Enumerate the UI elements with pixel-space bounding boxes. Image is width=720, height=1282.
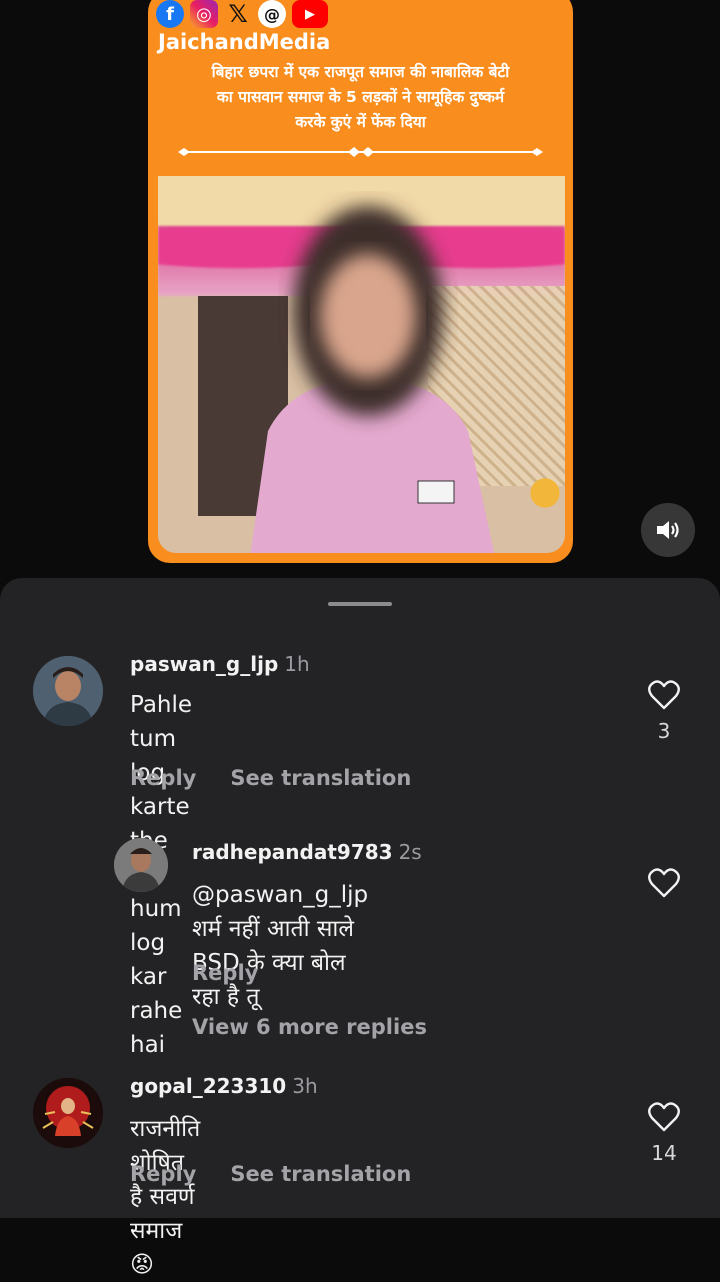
like-control [644,868,684,903]
comment-text: राजनीति शोषित है सवर्ण समाज 😡 [130,1116,201,1278]
avatar[interactable] [33,1078,103,1148]
instagram-icon: ◎ [190,0,218,28]
comment-username[interactable]: gopal_223310 3h [130,1074,318,1098]
blurred-person-figure [250,206,495,553]
avatar[interactable] [114,838,168,892]
comment-text: @paswan_g_ljp शर्म नहीं आती साले BSD के … [192,882,369,1010]
x-icon: 𝕏 [228,0,248,28]
facebook-icon: f [156,0,184,28]
comment-username[interactable]: radhepandat9783 2s [192,840,422,864]
mention-link[interactable]: @paswan_g_ljp [192,882,368,908]
headline-line-3: करके कुएं में फेंक दिया [295,113,426,131]
comment-actions: Reply See translation [130,766,411,790]
youtube-icon: ▶ [292,0,328,28]
like-control: 3 [644,680,684,743]
comment-time: 2s [398,840,422,864]
brand-name: JaichandMedia [158,30,331,54]
like-count: 3 [657,719,671,743]
comment-username[interactable]: paswan_g_ljp 1h [130,652,310,676]
reply-button[interactable]: Reply [192,961,258,985]
see-translation-button[interactable]: See translation [230,766,411,790]
speaker-icon[interactable] [641,503,695,557]
heart-icon[interactable] [648,1102,680,1132]
see-translation-button[interactable]: See translation [230,1162,411,1186]
avatar[interactable] [33,656,103,726]
view-more-replies-button[interactable]: View 6 more replies [192,1015,427,1039]
comment-actions: Reply [192,961,258,985]
post-headline: बिहार छपरा में एक राजपूत समाज की नाबालिक… [148,60,573,135]
like-count: 14 [651,1141,677,1165]
social-icons-row: f ◎ 𝕏 @ ▶ [156,0,328,30]
threads-icon: @ [258,0,286,28]
heart-icon[interactable] [648,680,680,710]
comment-actions: Reply See translation [130,1162,411,1186]
angry-face-emoji: 😡 [130,1252,154,1278]
heart-icon[interactable] [648,868,680,898]
media-area: f ◎ 𝕏 @ ▶ JaichandMedia बिहार छपरा में ए… [0,0,720,592]
drag-handle[interactable] [328,602,392,606]
comment-time: 3h [292,1074,318,1098]
reply-button[interactable]: Reply [130,766,196,790]
like-control: 14 [644,1102,684,1165]
comments-sheet: paswan_g_ljp1h Pahle tum log karte the a… [0,578,720,1278]
comment-time: 1h [284,652,310,676]
post-image-card[interactable]: f ◎ 𝕏 @ ▶ JaichandMedia बिहार छपरा में ए… [148,0,573,563]
headline-line-2: का पासवान समाज के 5 लड़कों ने सामूहिक दु… [216,88,505,106]
headline-line-1: बिहार छपरा में एक राजपूत समाज की नाबालिक… [211,63,510,81]
reply-button[interactable]: Reply [130,1162,196,1186]
blurred-photo [158,176,565,553]
decorative-divider [178,147,543,157]
